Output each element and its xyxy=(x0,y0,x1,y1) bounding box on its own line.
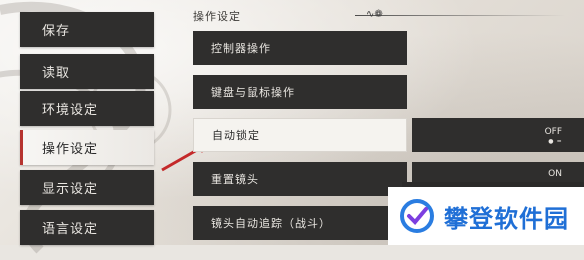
section-title: 操作设定 xyxy=(193,10,241,23)
sidebar-item-label: 操作设定 xyxy=(42,142,99,157)
toggle-value: ON xyxy=(548,169,562,179)
auto-lock-toggle[interactable]: OFF ● ━ xyxy=(412,118,584,152)
controller-settings-row[interactable]: 控制器操作 xyxy=(193,31,407,65)
sidebar-item-environment-settings[interactable]: 环境设定 xyxy=(20,91,154,126)
title-divider xyxy=(355,15,565,16)
reset-camera-row[interactable]: 重置镜头 xyxy=(193,162,407,196)
sidebar-item-label: 读取 xyxy=(42,66,71,81)
sidebar-item-label: 语言设定 xyxy=(42,222,99,237)
toggle-value: OFF xyxy=(544,127,562,137)
camera-auto-tracking-row[interactable]: 镜头自动追踪（战斗） xyxy=(193,206,407,240)
keyboard-mouse-settings-row[interactable]: 键盘与鼠标操作 xyxy=(193,75,407,109)
watermark: 攀登软件园 xyxy=(388,187,584,245)
sidebar-item-load[interactable]: 读取 xyxy=(20,54,154,89)
sidebar: 保存 读取 环境设定 操作设定 显示设定 语言设定 xyxy=(0,0,180,245)
reset-camera-toggle[interactable]: ON xyxy=(412,162,584,184)
row-label: 控制器操作 xyxy=(211,42,271,55)
sidebar-item-save[interactable]: 保存 xyxy=(20,12,154,47)
watermark-text: 攀登软件园 xyxy=(444,204,569,233)
sidebar-item-label: 显示设定 xyxy=(42,182,99,197)
sidebar-item-display-settings[interactable]: 显示设定 xyxy=(20,170,154,205)
checkmark-logo-icon xyxy=(400,199,434,233)
auto-lock-row[interactable]: 自动锁定 xyxy=(193,118,407,152)
toggle-indicator-icon: ● ━ xyxy=(548,138,562,145)
row-label: 镜头自动追踪（战斗） xyxy=(211,217,331,230)
sidebar-item-label: 保存 xyxy=(42,24,71,39)
row-label: 自动锁定 xyxy=(212,129,260,142)
sidebar-item-control-settings[interactable]: 操作设定 xyxy=(20,130,154,165)
row-label: 重置镜头 xyxy=(211,173,259,186)
row-label: 键盘与鼠标操作 xyxy=(211,86,295,99)
sidebar-item-language-settings[interactable]: 语言设定 xyxy=(20,210,154,245)
sidebar-item-label: 环境设定 xyxy=(42,103,99,118)
